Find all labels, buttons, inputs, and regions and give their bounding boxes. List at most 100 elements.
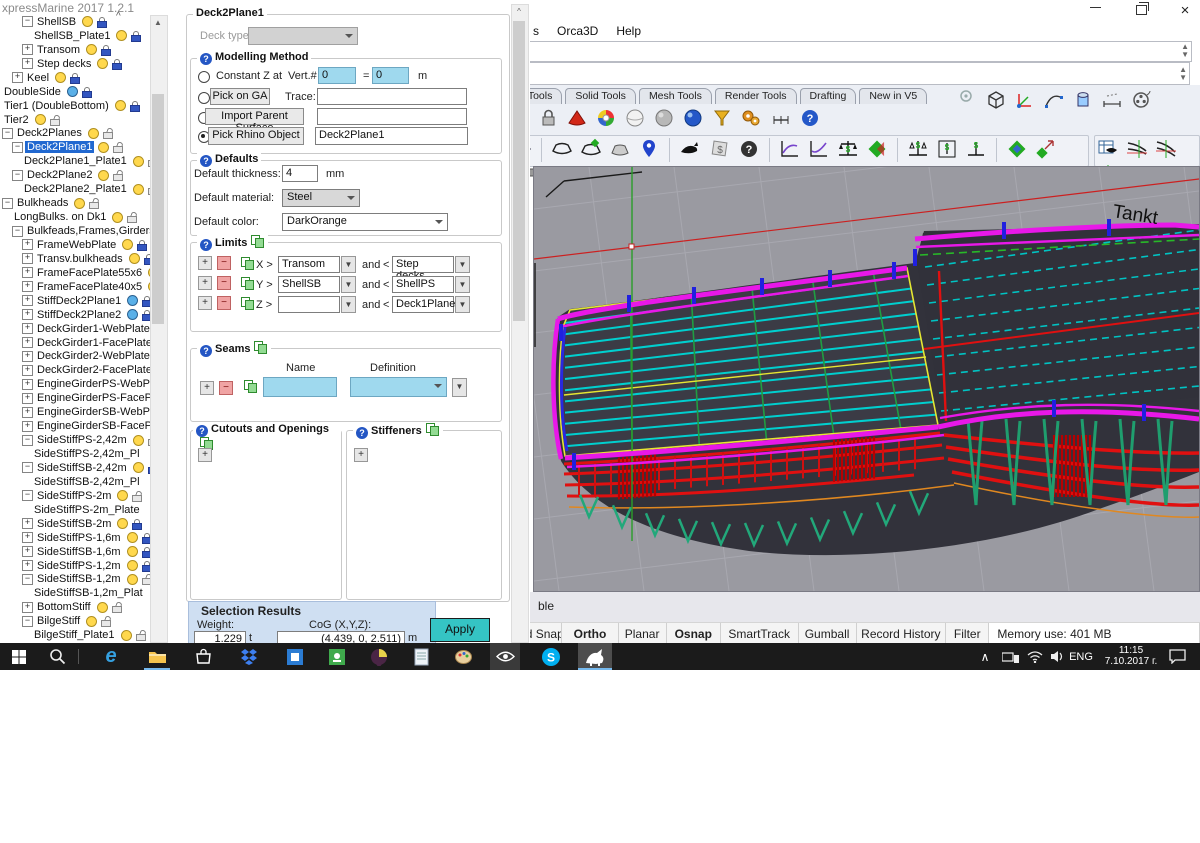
rhino-app-icon[interactable] <box>578 643 612 670</box>
eye-viewer-icon[interactable] <box>490 643 520 670</box>
tree-item[interactable]: −SideStiffSB-1,2m <box>0 573 150 587</box>
visibility-bulb-icon[interactable] <box>67 86 78 97</box>
expand-icon[interactable]: + <box>22 337 33 348</box>
visibility-bulb-icon[interactable] <box>127 560 138 571</box>
control-pin-icon[interactable] <box>637 137 662 162</box>
paint-icon[interactable] <box>448 643 478 670</box>
tree-item[interactable]: Tier2 <box>0 113 150 127</box>
gray-sphere-icon[interactable] <box>652 106 677 131</box>
trace-input[interactable] <box>317 88 467 105</box>
expand-icon[interactable]: + <box>22 602 33 613</box>
dropbox-icon[interactable] <box>234 643 264 670</box>
tree-item[interactable]: +Transom <box>0 43 150 57</box>
tree-item[interactable]: +DeckGirder1-FacePlate <box>0 336 150 350</box>
tree-item[interactable]: Deck2Plane2_Plate1 <box>0 182 150 196</box>
tree-scroll-thumb[interactable] <box>152 94 164 324</box>
edge-icon[interactable]: e <box>96 643 126 670</box>
visibility-bulb-icon[interactable] <box>98 142 109 153</box>
visibility-bulb-icon[interactable] <box>35 114 46 125</box>
z-value-input[interactable]: 0 <box>372 67 409 84</box>
tree-item[interactable]: −Deck2Plane2 <box>0 168 150 182</box>
tree-item[interactable]: +StiffDeck2Plane2 <box>0 308 150 322</box>
dialog-scrollbar[interactable]: ^ <box>511 4 529 643</box>
dialog-scroll-thumb[interactable] <box>513 21 525 321</box>
expand-icon[interactable]: + <box>22 253 33 264</box>
action-center-icon[interactable] <box>1162 643 1192 670</box>
expand-icon[interactable]: + <box>22 58 33 69</box>
visibility-bulb-icon[interactable] <box>55 72 66 83</box>
status-ortho[interactable]: Ortho <box>562 623 618 644</box>
tree-item[interactable]: DoubleSide <box>0 85 150 99</box>
info-icon[interactable]: ? <box>200 53 212 65</box>
locked-icon[interactable] <box>112 59 121 69</box>
limit-add-button[interactable]: + <box>198 276 212 290</box>
visibility-bulb-icon[interactable] <box>133 184 144 195</box>
restore-button[interactable] <box>1126 5 1156 21</box>
locked-icon[interactable] <box>142 533 150 543</box>
extrude-icon[interactable] <box>1071 88 1096 113</box>
visibility-bulb-icon[interactable] <box>127 574 138 585</box>
close-button[interactable]: × <box>1170 3 1200 19</box>
expand-icon[interactable]: + <box>22 379 33 390</box>
status-d-snap[interactable]: d Snap <box>528 623 562 644</box>
locked-icon[interactable] <box>142 310 150 320</box>
limit-from-select[interactable]: ShellSB <box>278 276 340 293</box>
import-parent-input[interactable] <box>317 108 467 125</box>
gears-icon[interactable] <box>739 106 764 131</box>
vector-analysis1-icon[interactable] <box>1034 137 1059 162</box>
expand-icon[interactable]: + <box>22 421 33 432</box>
visibility-bulb-icon[interactable] <box>117 490 128 501</box>
copy-icon[interactable] <box>241 297 255 310</box>
visibility-bulb-icon[interactable] <box>74 198 85 209</box>
tree-item[interactable]: +EngineGirderSB-FacePlat <box>0 419 150 433</box>
tree-item[interactable]: +FrameWebPlate <box>0 238 150 252</box>
copy-icon[interactable] <box>251 235 265 248</box>
toolbar-tab[interactable]: Render Tools <box>715 88 797 104</box>
visibility-bulb-icon[interactable] <box>133 462 144 473</box>
locked-icon[interactable] <box>142 296 150 306</box>
copy-icon[interactable] <box>244 380 258 393</box>
hull-assistant-icon[interactable] <box>579 137 604 162</box>
copy-icon[interactable] <box>241 277 255 290</box>
pick-on-ga-button[interactable]: Pick on GA <box>210 88 270 105</box>
orca-icon[interactable] <box>678 137 703 162</box>
pick-on-ga-radio[interactable] <box>198 92 210 104</box>
limit-to-dropdown-button[interactable]: ▼ <box>455 296 470 313</box>
limit-from-dropdown-button[interactable]: ▼ <box>341 296 356 313</box>
tab-gear-icon[interactable] <box>958 88 974 107</box>
box-icon[interactable] <box>984 88 1009 113</box>
tree-item[interactable]: −Bulkheads <box>0 196 150 210</box>
locked-icon[interactable] <box>70 73 79 83</box>
search-icon[interactable] <box>42 643 72 670</box>
locked-icon[interactable] <box>142 547 150 557</box>
tree-item[interactable]: +SideStiffPS-1,6m <box>0 531 150 545</box>
locked-icon[interactable] <box>101 45 110 55</box>
tree-item[interactable]: +DeckGirder2-WebPlate <box>0 350 150 364</box>
limit-from-dropdown-button[interactable]: ▼ <box>341 256 356 273</box>
tree-item[interactable]: −SideStiffPS-2,42m <box>0 433 150 447</box>
menu-item-help[interactable]: Help <box>607 22 650 40</box>
expand-icon[interactable]: + <box>22 239 33 250</box>
render-film-icon[interactable] <box>1129 88 1154 113</box>
collapse-icon[interactable]: − <box>22 435 33 446</box>
rendered-sphere-icon[interactable] <box>681 106 706 131</box>
skype-icon[interactable]: S <box>536 643 566 670</box>
expand-icon[interactable]: + <box>22 351 33 362</box>
tree-item[interactable]: −BilgeStiff <box>0 614 150 628</box>
tree-item[interactable]: SideStiffSB-2,42m_Pl <box>0 475 150 489</box>
visibility-bulb-icon[interactable] <box>122 239 133 250</box>
tray-device-icon[interactable] <box>998 643 1022 670</box>
tree-item[interactable]: +EngineGirderPS-FacePla <box>0 391 150 405</box>
info-icon[interactable]: ? <box>200 239 212 251</box>
taskbar-clock[interactable]: 11:15 7.10.2017 г. <box>1098 645 1164 667</box>
speed-diamond-icon[interactable] <box>1005 137 1030 162</box>
vert-number-input[interactable]: 0 <box>318 67 356 84</box>
collapse-icon[interactable]: − <box>2 128 13 139</box>
unlocked-icon[interactable] <box>142 574 150 584</box>
locked-icon[interactable] <box>82 87 91 97</box>
copy-icon[interactable] <box>254 341 268 354</box>
hull-sections-icon[interactable] <box>608 137 633 162</box>
expand-icon[interactable]: + <box>22 518 33 529</box>
purple-app-icon[interactable] <box>364 643 394 670</box>
seam-definition-dropdown-button[interactable]: ▼ <box>452 378 467 397</box>
